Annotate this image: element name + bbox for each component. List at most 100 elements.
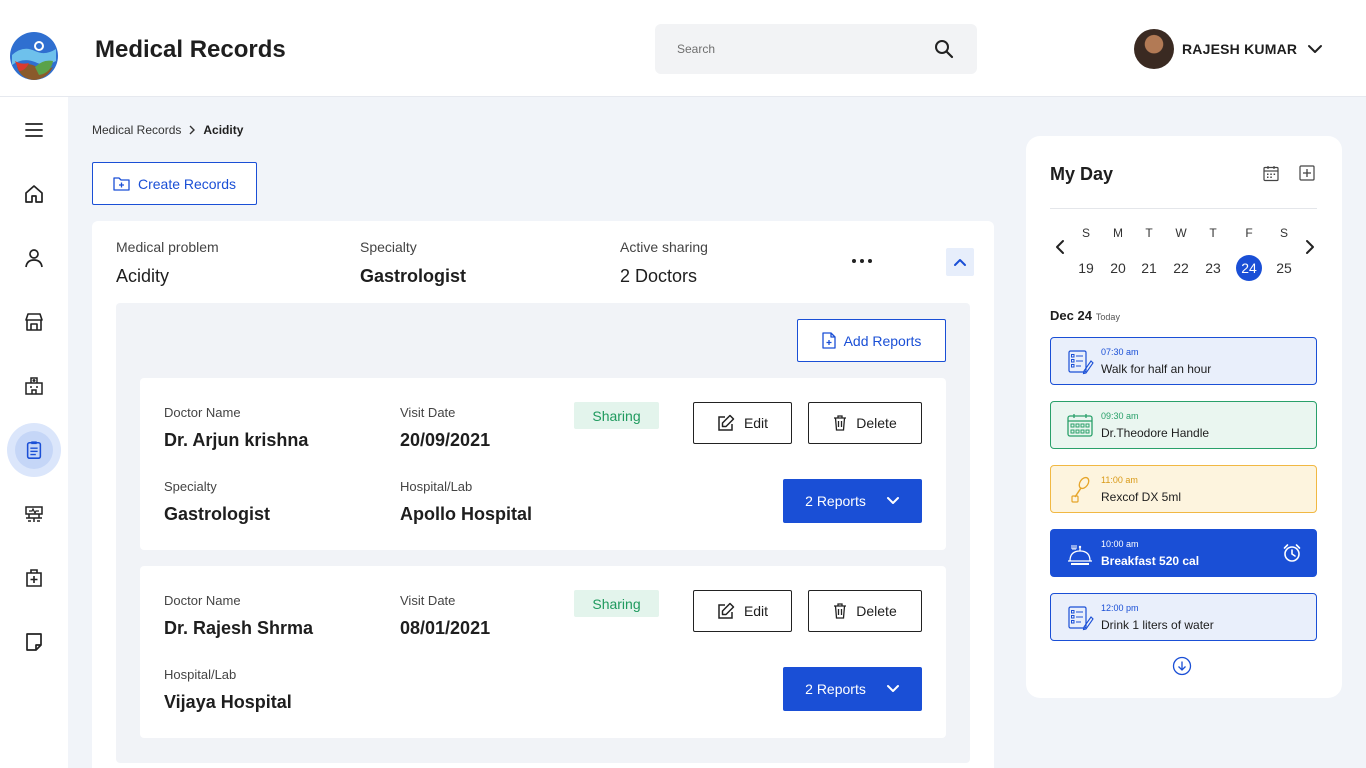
selected-date: Dec 24 Today (1050, 308, 1120, 323)
chevron-left-icon[interactable] (1052, 238, 1068, 256)
app-logo[interactable] (9, 31, 59, 81)
records-panel: Add Reports Doctor Name Dr. Arjun krishn… (116, 303, 970, 763)
delete-button[interactable]: Delete (808, 402, 922, 444)
profile-icon[interactable] (14, 238, 54, 278)
add-event-icon[interactable] (1298, 164, 1316, 182)
hospital-value: Apollo Hospital (400, 504, 532, 524)
event-time: 11:00 am (1101, 475, 1138, 485)
status-badge: Sharing (574, 590, 659, 617)
more-options-icon[interactable] (848, 249, 876, 273)
event-item[interactable]: 12:00 pm Drink 1 liters of water (1050, 593, 1317, 641)
day-number[interactable]: 21 (1136, 255, 1162, 281)
collapse-button[interactable] (946, 248, 974, 276)
divider (1050, 208, 1317, 209)
create-records-label: Create Records (137, 175, 237, 192)
notes-icon[interactable] (14, 622, 54, 662)
reports-label: 2 Reports (805, 493, 866, 509)
event-text: Rexcof DX 5ml (1101, 490, 1182, 504)
avatar[interactable] (1134, 29, 1174, 69)
hospital-value: Vijaya Hospital (164, 692, 292, 712)
day-number-selected[interactable]: 24 (1236, 255, 1262, 281)
day-letter: W (1175, 226, 1187, 240)
file-add-icon (821, 332, 836, 349)
create-records-button[interactable]: Create Records (92, 162, 257, 205)
day-number[interactable]: 19 (1073, 255, 1099, 281)
chevron-right-icon[interactable] (1302, 238, 1318, 256)
edit-label: Edit (743, 603, 769, 619)
event-item[interactable]: 09:30 am Dr.Theodore Handle (1050, 401, 1317, 449)
menu-icon[interactable] (14, 110, 54, 150)
add-reports-label: Add Reports (843, 332, 922, 349)
medical-records-icon[interactable] (7, 423, 61, 477)
event-text: Walk for half an hour (1101, 362, 1212, 376)
reports-dropdown-button[interactable]: 2 Reports (783, 479, 922, 523)
specialty-value: Gastrologist (164, 504, 271, 524)
chevron-up-icon (954, 259, 966, 266)
calendar-icon[interactable] (1262, 164, 1280, 182)
record-card: Doctor Name Dr. Rajesh Shrma Visit Date … (140, 566, 946, 738)
sidebar (0, 97, 68, 768)
event-item[interactable]: 10:00 am Breakfast 520 cal (1050, 529, 1317, 577)
diagnostics-icon[interactable] (14, 494, 54, 534)
reports-label: 2 Reports (805, 681, 866, 697)
specialty-value: Gastrologist (360, 266, 467, 286)
medical-records-icon-inner (15, 431, 53, 469)
breadcrumb-current: Acidity (203, 123, 244, 137)
event-time: 09:30 am (1101, 411, 1139, 421)
day-column: S 19 (1071, 226, 1101, 281)
add-reports-button[interactable]: Add Reports (797, 319, 946, 362)
doctor-label: Doctor Name (164, 405, 241, 420)
visit-date-label: Visit Date (400, 593, 456, 608)
status-badge: Sharing (574, 402, 659, 429)
search-box (655, 24, 977, 74)
doctor-name: Dr. Rajesh Shrma (164, 618, 314, 638)
breadcrumb: Medical Records Acidity (92, 123, 243, 137)
hospital-label: Hospital/Lab (164, 667, 237, 682)
checklist-icon (1068, 350, 1094, 375)
problem-label: Medical problem (116, 239, 219, 255)
day-number[interactable]: 20 (1105, 255, 1131, 281)
visit-date: 08/01/2021 (400, 618, 491, 638)
sharing-value: 2 Doctors (620, 266, 698, 286)
event-item[interactable]: 11:00 am Rexcof DX 5ml (1050, 465, 1317, 513)
day-letter: S (1279, 226, 1288, 240)
day-column: F 24 (1234, 226, 1264, 281)
edit-button[interactable]: Edit (693, 590, 792, 632)
today-label: Today (1095, 312, 1120, 322)
event-text: Breakfast 520 cal (1101, 554, 1200, 568)
visit-date-label: Visit Date (400, 405, 456, 420)
day-number[interactable]: 23 (1200, 255, 1226, 281)
alarm-clock-icon[interactable] (1282, 543, 1302, 563)
search-input[interactable] (677, 38, 927, 60)
delete-label: Delete (856, 415, 897, 431)
day-column: M 20 (1103, 226, 1133, 281)
day-letter: M (1113, 226, 1123, 240)
search-icon[interactable] (934, 39, 954, 59)
day-column: W 22 (1166, 226, 1196, 281)
event-time: 12:00 pm (1101, 603, 1139, 613)
delete-button[interactable]: Delete (808, 590, 922, 632)
chevron-right-icon (189, 125, 196, 135)
edit-button[interactable]: Edit (693, 402, 792, 444)
user-name[interactable]: RAJESH KUMAR (1182, 41, 1297, 57)
day-letter: S (1081, 226, 1090, 240)
event-text: Drink 1 liters of water (1101, 618, 1214, 632)
scroll-down-icon[interactable] (1172, 656, 1192, 676)
selected-date-text: Dec 24 (1050, 308, 1092, 323)
hospital-icon[interactable] (14, 366, 54, 406)
doctor-label: Doctor Name (164, 593, 241, 608)
page-title: Medical Records (95, 36, 286, 63)
health-kit-icon[interactable] (14, 558, 54, 598)
reports-dropdown-button[interactable]: 2 Reports (783, 667, 922, 711)
chevron-down-icon (886, 497, 899, 504)
store-icon[interactable] (14, 302, 54, 342)
day-column: S 25 (1269, 226, 1299, 281)
chevron-down-icon[interactable] (1306, 40, 1324, 58)
breadcrumb-root[interactable]: Medical Records (92, 123, 181, 137)
day-number[interactable]: 22 (1168, 255, 1194, 281)
event-item[interactable]: 07:30 am Walk for half an hour (1050, 337, 1317, 385)
specialty-label: Specialty (164, 479, 217, 494)
day-number[interactable]: 25 (1271, 255, 1297, 281)
home-icon[interactable] (14, 174, 54, 214)
day-letter: F (1245, 226, 1253, 240)
